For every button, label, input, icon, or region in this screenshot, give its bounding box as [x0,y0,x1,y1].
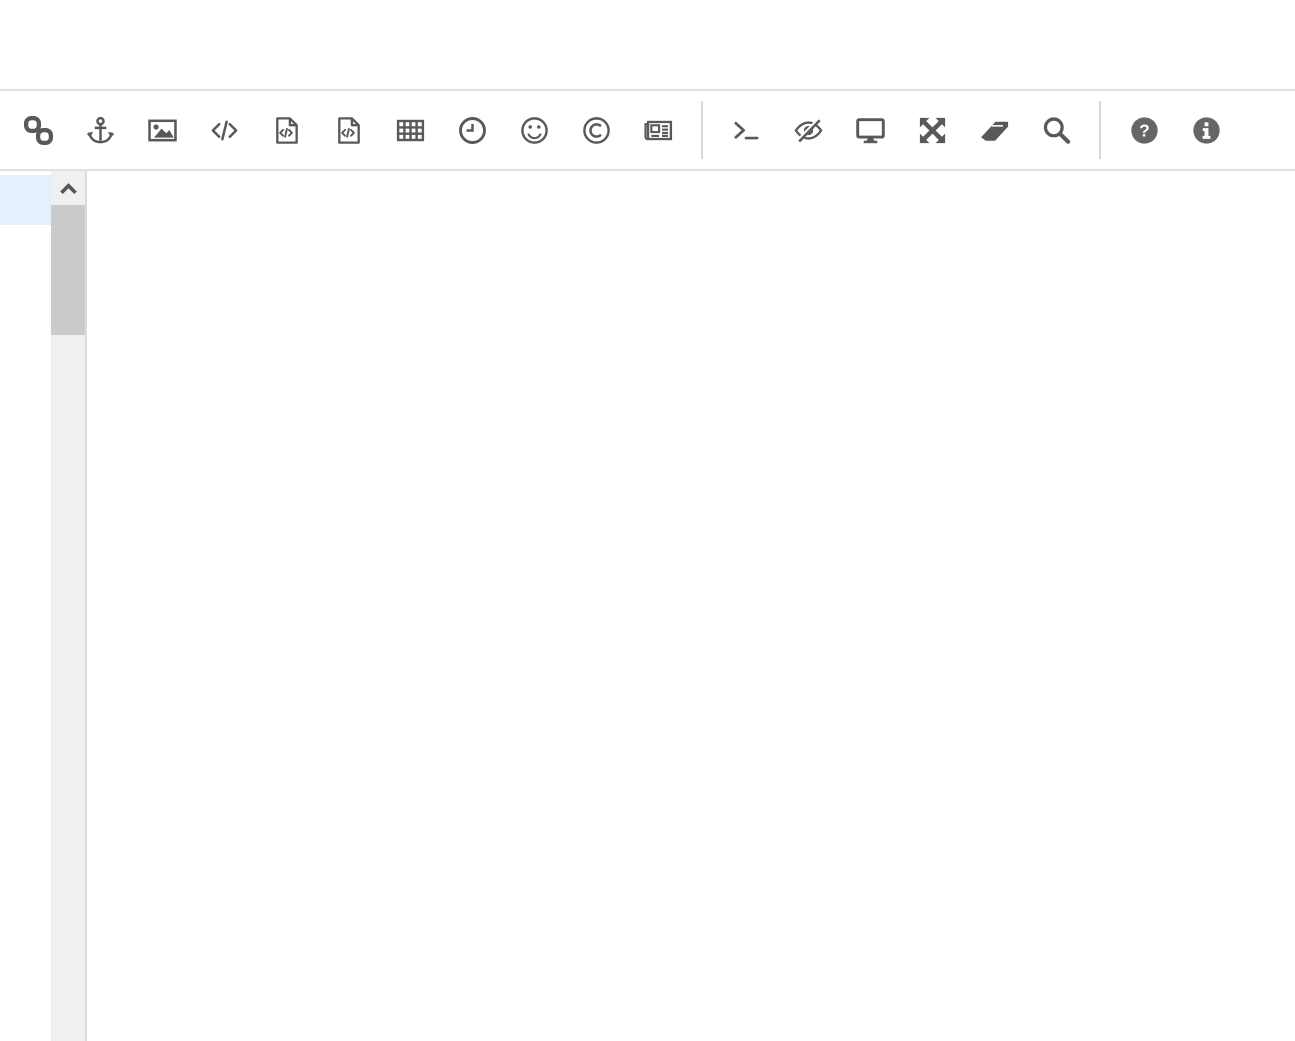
search-button[interactable] [1041,114,1072,146]
file-code-2-button[interactable] [333,114,364,146]
eye-slash-button[interactable] [793,114,824,146]
eye-slash-icon [793,115,824,146]
clock-button[interactable] [457,114,488,146]
info-button[interactable] [1191,114,1222,146]
toolbar-separator [1099,101,1101,159]
help-button[interactable] [1129,114,1160,146]
code-icon [209,115,240,146]
terminal-button[interactable] [731,114,762,146]
terminal-icon [731,115,762,146]
editor-content[interactable] [87,171,1295,1041]
search-icon [1041,115,1072,146]
vertical-scrollbar[interactable] [51,171,87,1041]
editor-gutter [0,171,51,1041]
file-code-1-button[interactable] [271,114,302,146]
monitor-button[interactable] [855,114,886,146]
copyright-icon [581,115,612,146]
eraser-button[interactable] [979,114,1010,146]
image-icon [147,115,178,146]
toolbar-separator [701,101,703,159]
top-whitespace [0,0,1295,89]
editor-area [0,171,1295,1041]
anchor-button[interactable] [85,114,116,146]
help-icon [1129,115,1160,146]
info-icon [1191,115,1222,146]
link-button[interactable] [23,114,54,146]
code-button[interactable] [209,114,240,146]
clock-icon [457,115,488,146]
scroll-up-button[interactable] [51,171,85,205]
image-button[interactable] [147,114,178,146]
toolbar [0,89,1295,171]
file-code-1-icon [271,115,302,146]
selected-line-highlight [0,175,51,225]
expand-arrows-icon [917,115,948,146]
newspaper-button[interactable] [643,114,674,146]
smiley-button[interactable] [519,114,550,146]
table-icon [395,115,426,146]
eraser-icon [979,115,1010,146]
table-button[interactable] [395,114,426,146]
chevron-up-icon [58,181,79,196]
newspaper-icon [643,115,674,146]
copyright-button[interactable] [581,114,612,146]
monitor-icon [855,115,886,146]
smiley-icon [519,115,550,146]
link-icon [23,115,54,146]
scrollbar-thumb[interactable] [51,205,85,335]
expand-arrows-button[interactable] [917,114,948,146]
anchor-icon [85,115,116,146]
file-code-2-icon [333,115,364,146]
